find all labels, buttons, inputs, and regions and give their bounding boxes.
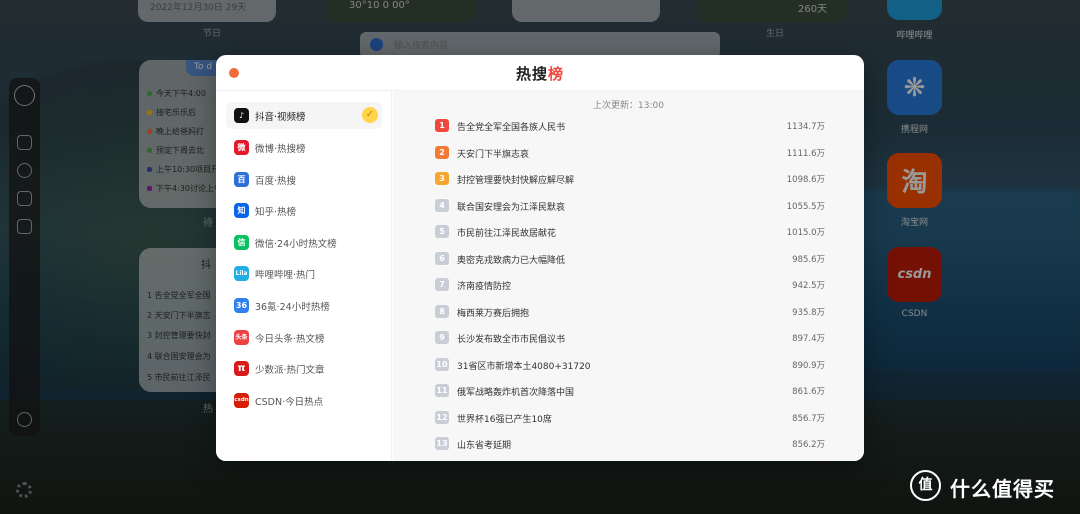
source-item-csdn[interactable]: csdn CSDN·今日热点 [226,387,382,414]
hot-list-row[interactable]: 10 31省区市新增本土4080+31720 890.9万 [435,356,825,374]
hot-title[interactable]: 奥密克戎致病力已大幅降低 [457,253,565,266]
watermark-logo-icon: 值 [910,470,941,501]
source-label: CSDN·今日热点 [255,397,324,408]
hot-title[interactable]: 梅西莱万赛后拥抱 [457,306,529,319]
source-item-zhihu[interactable]: 知 知乎·热榜 [226,197,382,224]
heat-value: 1098.6万 [786,175,825,185]
hot-list-row[interactable]: 12 世界杯16强已产生10席 856.7万 [435,409,825,427]
heat-value: 985.6万 [792,254,825,265]
heat-value: 1134.7万 [786,122,825,132]
hot-list-row[interactable]: 8 梅西莱万赛后拥抱 935.8万 [435,303,825,321]
source-label: 微博·热搜榜 [255,144,306,155]
watermark-text: 什么值得买 [950,477,1055,501]
heat-value: 897.4万 [792,334,825,344]
heat-value: 861.6万 [792,387,825,397]
heat-value: 856.2万 [792,440,825,450]
rank-badge: 9 [435,331,449,344]
modal-header: 热搜榜 [216,55,864,91]
heat-value: 1015.0万 [786,228,825,238]
hot-title[interactable]: 市民前往江泽民故居献花 [457,226,556,239]
refresh-badge-icon[interactable]: ✓ [362,107,378,123]
rank-badge: 5 [435,225,449,238]
heat-value: 1111.6万 [786,148,825,159]
modal-title-main: 热搜 [515,65,548,83]
rank-badge: 6 [435,251,449,265]
hot-list-row[interactable]: 4 联合国安理会为江泽民默哀 1055.5万 [435,197,825,215]
source-sidebar: ♪ 抖音·视频榜 ✓ 微 微博·热搜榜 百 百度·热搜 知 知乎·热榜 信 微信… [216,91,392,461]
hot-title[interactable]: 封控管理要快封快解应解尽解 [457,173,574,186]
source-item-baidu[interactable]: 百 百度·热搜 [226,166,382,193]
hot-list-row[interactable]: 9 长沙发布致全市市民倡议书 897.4万 [435,329,825,347]
hot-title[interactable]: 告全党全军全国各族人民书 [457,120,565,133]
csdn-icon: csdn [234,393,249,408]
hot-list-row[interactable]: 1 告全党全军全国各族人民书 1134.7万 [435,117,825,135]
source-item-toutiao[interactable]: 头条 今日头条·热文榜 [226,324,382,351]
source-label: 百度·热搜 [255,176,297,187]
rank-badge: 7 [435,278,449,291]
source-label: 少数派·热门文章 [255,365,325,376]
hot-title[interactable]: 济南疫情防控 [457,279,511,292]
hot-title[interactable]: 山东省考延期 [457,438,511,451]
rank-badge: 1 [435,119,449,132]
source-item-douyin[interactable]: ♪ 抖音·视频榜 ✓ [226,102,382,129]
heat-value: 1055.5万 [786,201,825,212]
rank-badge: 12 [435,410,449,424]
smzdm-watermark: 值 什么值得买 [910,470,1070,502]
last-updated: 上次更新：13:00 [593,101,664,111]
source-label: 哔哩哔哩·热门 [255,270,316,281]
hot-list-row[interactable]: 6 奥密克戎致病力已大幅降低 985.6万 [435,250,825,268]
source-item-sspai[interactable]: π 少数派·热门文章 [226,355,382,382]
heat-value: 890.9万 [792,360,825,371]
source-label: 微信·24小时热文榜 [255,239,337,250]
toutiao-icon: 头条 [234,330,249,345]
heat-value: 935.8万 [792,307,825,318]
modal-title: 热搜榜 [216,63,864,84]
source-label: 知乎·热榜 [255,207,297,218]
hot-list-row[interactable]: 2 天安门下半旗志哀 1111.6万 [435,144,825,162]
baidu-icon: 百 [234,172,249,187]
rank-badge: 4 [435,198,449,212]
hot-list-panel: 上次更新：13:00 1 告全党全军全国各族人民书 1134.7万 2 天安门下… [393,91,864,461]
hot-title[interactable]: 长沙发布致全市市民倡议书 [457,332,565,345]
douyin-icon: ♪ [234,108,249,123]
source-item-wechat[interactable]: 信 微信·24小时热文榜 [226,229,382,256]
hot-title[interactable]: 天安门下半旗志哀 [457,147,529,160]
rank-badge: 2 [435,145,449,159]
hot-search-modal: 热搜榜 ♪ 抖音·视频榜 ✓ 微 微博·热搜榜 百 百度·热搜 知 知乎·热榜 … [216,55,864,461]
source-item-bilibili[interactable]: Lila 哔哩哔哩·热门 [226,260,382,287]
hot-title[interactable]: 联合国安理会为江泽民默哀 [457,200,565,213]
heat-value: 942.5万 [792,281,825,291]
source-label: 抖音·视频榜 [255,112,306,123]
bilibili-icon: Lila [234,266,249,281]
rank-badge: 11 [435,384,449,397]
hot-title[interactable]: 世界杯16强已产生10席 [457,412,552,425]
rank-badge: 13 [435,437,449,450]
source-item-weibo[interactable]: 微 微博·热搜榜 [226,134,382,161]
source-item-36kr[interactable]: 36 36氪·24小时热榜 [226,292,382,319]
hot-list-row[interactable]: 7 济南疫情防控 942.5万 [435,276,825,294]
hot-list-row[interactable]: 5 市民前往江泽民故居献花 1015.0万 [435,223,825,241]
hot-list-row[interactable]: 3 封控管理要快封快解应解尽解 1098.6万 [435,170,825,188]
hot-title[interactable]: 俄军战略轰炸机首次降落中国 [457,385,574,398]
sspai-icon: π [234,361,249,376]
source-label: 36氪·24小时热榜 [255,302,330,313]
hot-list-row[interactable]: 11 俄军战略轰炸机首次降落中国 861.6万 [435,382,825,400]
rank-badge: 8 [435,304,449,318]
36kr-icon: 36 [234,298,249,313]
rank-badge: 10 [435,357,449,371]
hot-title[interactable]: 31省区市新增本土4080+31720 [457,359,591,372]
rank-badge: 3 [435,172,449,185]
heat-value: 856.7万 [792,413,825,424]
weibo-icon: 微 [234,140,249,155]
hot-list-row[interactable]: 13 山东省考延期 856.2万 [435,435,825,453]
wechat-icon: 信 [234,235,249,250]
source-label: 今日头条·热文榜 [255,334,325,345]
zhihu-icon: 知 [234,203,249,218]
modal-title-accent: 榜 [548,65,565,83]
